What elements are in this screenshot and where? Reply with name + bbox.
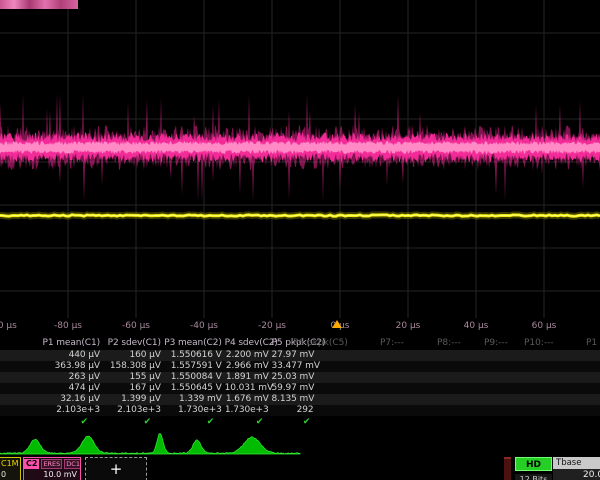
waveform-grid[interactable]: [0, 0, 600, 319]
time-tick-label: -100 µs: [0, 321, 17, 331]
measure-header-p9[interactable]: P9:---: [484, 337, 508, 350]
measure-status-row: ✔ ✔ ✔ ✔ ✔: [0, 416, 600, 429]
status-check-icon: ✔: [231, 416, 275, 428]
status-check-icon: ✔: [0, 416, 100, 428]
measure-cell: 33.477 mV: [272, 361, 314, 372]
measure-cell: 1.550645 V: [164, 383, 222, 394]
c1-coupling-label: C1M: [0, 458, 20, 469]
status-check-icon: ✔: [168, 416, 226, 428]
status-check-icon: ✔: [280, 416, 322, 428]
top-left-overlay-badge: [0, 0, 78, 9]
red-descriptor-fragment: [504, 457, 511, 480]
measure-header-p2[interactable]: P2 sdev(C1): [103, 337, 161, 350]
waveform-svg[interactable]: [0, 0, 600, 318]
measure-cell: 167 µV: [103, 383, 161, 394]
time-tick-label: -40 µs: [190, 321, 218, 331]
measure-row-min: 263 µV 155 µV 1.550084 V 1.891 mV 25.03 …: [0, 372, 600, 383]
measure-header-p3[interactable]: P3 mean(C2): [164, 337, 222, 350]
oscilloscope-screen: -100 µs-80 µs-60 µs-40 µs-20 µs0 µs20 µs…: [0, 0, 600, 480]
measure-cell: 27.97 mV: [272, 350, 314, 361]
time-tick-label: -60 µs: [122, 321, 150, 331]
measure-cell: 1.399 µV: [103, 394, 161, 405]
c2-coupling-tag: DC1M: [64, 459, 81, 469]
time-tick-label: -80 µs: [54, 321, 82, 331]
measure-header-p7[interactable]: P7:---: [380, 337, 404, 350]
measure-cell: 1.891 mV: [225, 372, 269, 383]
tbase-descriptor-box[interactable]: Tbase 20.0 µs: [553, 457, 600, 480]
c2-eres-tag: ERES: [41, 459, 62, 469]
measure-cell: 2.103e+3: [103, 405, 161, 416]
time-tick-label: -20 µs: [258, 321, 286, 331]
measure-cell: 25.03 mV: [272, 372, 314, 383]
measure-header-p4[interactable]: P4 sdev(C2): [225, 337, 269, 350]
measure-cell: 1.550616 V: [164, 350, 222, 361]
time-tick-label: 20 µs: [396, 321, 421, 331]
descriptor-bar: C1M 0 mV C2 ERES DC1M 10.0 mV + HD 12 Bi…: [0, 457, 600, 480]
hd-badge[interactable]: HD: [515, 457, 552, 471]
time-tick-label: 60 µs: [532, 321, 557, 331]
measure-cell: 1.550084 V: [164, 372, 222, 383]
measure-table: P1 mean(C1) P2 sdev(C1) P3 mean(C2) P4 s…: [0, 337, 600, 429]
measure-cell: 8.135 mV: [272, 394, 314, 405]
measure-cell: 59.97 mV: [272, 383, 314, 394]
measure-cell: 155 µV: [103, 372, 161, 383]
tbase-label: Tbase: [553, 457, 600, 469]
hd-bits-label: 12 Bits: [515, 474, 552, 480]
measure-row-max: 474 µV 167 µV 1.550645 V 10.031 mV 59.97…: [0, 383, 600, 394]
measure-header-p1[interactable]: P1 mean(C1): [0, 337, 100, 350]
measure-cell: 440 µV: [0, 350, 100, 361]
measure-cell: 160 µV: [103, 350, 161, 361]
tbase-value: 20.0 µs: [553, 469, 600, 480]
measure-cell: 32.16 µV: [0, 394, 100, 405]
measure-cell: 474 µV: [0, 383, 100, 394]
trigger-time-marker[interactable]: [332, 320, 342, 328]
measure-header-p11-clipped[interactable]: P1: [586, 337, 597, 350]
measure-cell: 2.966 mV: [225, 361, 269, 372]
measure-cell: 1.339 mV: [164, 394, 222, 405]
c2-channel-chip: C2: [24, 459, 39, 469]
measure-cell: 263 µV: [0, 372, 100, 383]
histogram-strip[interactable]: [0, 430, 600, 457]
c2-descriptor-box[interactable]: C2 ERES DC1M 10.0 mV: [23, 457, 81, 480]
measure-cell: 363.98 µV: [0, 361, 100, 372]
time-axis: -100 µs-80 µs-60 µs-40 µs-20 µs0 µs20 µs…: [0, 318, 600, 335]
measure-header-p8[interactable]: P8:---: [437, 337, 461, 350]
plus-icon: +: [110, 460, 123, 478]
measure-cell: 1.730e+3: [225, 405, 269, 416]
measure-cell: 158.308 µV: [103, 361, 161, 372]
c1-vdiv-value: 0 mV: [0, 469, 20, 480]
measure-cell: 1.557591 V: [164, 361, 222, 372]
measure-row-sdev: 32.16 µV 1.399 µV 1.339 mV 1.676 mV 8.13…: [0, 394, 600, 405]
add-trace-button[interactable]: +: [85, 457, 147, 480]
measure-row-value: 440 µV 160 µV 1.550616 V 2.200 mV 27.97 …: [0, 350, 600, 361]
c1-descriptor-box[interactable]: C1M 0 mV: [0, 457, 21, 480]
measure-cell: 1.730e+3: [164, 405, 222, 416]
c2-vdiv-value: 10.0 mV: [24, 469, 80, 480]
measure-cell: 10.031 mV: [225, 383, 269, 394]
status-check-icon: ✔: [105, 416, 163, 428]
measure-cell: 1.676 mV: [225, 394, 269, 405]
measure-cell: 2.103e+3: [0, 405, 100, 416]
measure-cell: 2.200 mV: [225, 350, 269, 361]
measure-row-num: 2.103e+3 2.103e+3 1.730e+3 1.730e+3 292: [0, 405, 600, 416]
measure-header-p10[interactable]: P10:---: [524, 337, 554, 350]
measure-header-row: P1 mean(C1) P2 sdev(C1) P3 mean(C2) P4 s…: [0, 337, 600, 350]
measure-header-p6[interactable]: P6 pkpk(C5): [293, 337, 348, 350]
time-tick-label: 40 µs: [464, 321, 489, 331]
measure-row-mean: 363.98 µV 158.308 µV 1.557591 V 2.966 mV…: [0, 361, 600, 372]
histogram-trace[interactable]: [0, 430, 600, 457]
